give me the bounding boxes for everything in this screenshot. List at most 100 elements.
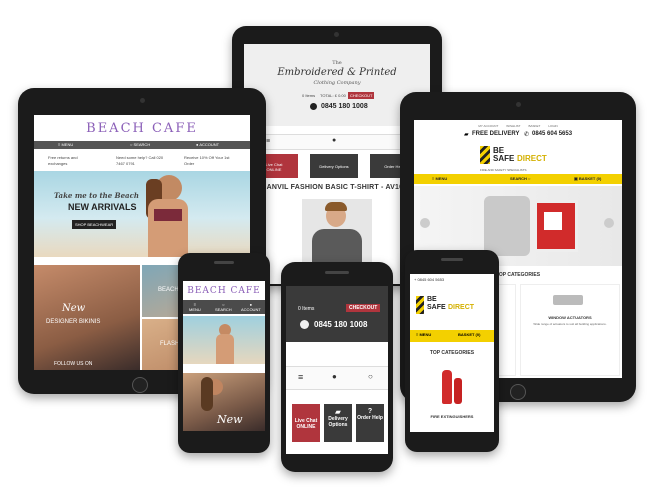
phone-number[interactable]: 0845 604 5653 xyxy=(532,131,572,137)
site-logo[interactable]: BE SAFE DIRECT xyxy=(480,146,560,168)
menu-button[interactable]: ≡ MENU xyxy=(189,302,201,312)
free-delivery: FREE DELIVERY xyxy=(472,131,520,137)
account-label: ACCOUNT xyxy=(199,142,220,147)
category-card-window[interactable]: WINDOW ACTUATORS Wide range of actuators… xyxy=(520,284,620,376)
home-button[interactable] xyxy=(132,377,148,393)
basket-total: TOTAL: £ 0.00 xyxy=(320,93,346,98)
help-icon: ? xyxy=(367,408,373,415)
logo-subtitle: Clothing Company xyxy=(313,80,361,86)
menu-label: MENU xyxy=(61,142,74,147)
account-button[interactable]: ● ACCOUNT xyxy=(241,302,261,312)
basket-button[interactable]: ▣ BASKET (0) xyxy=(574,176,601,181)
live-chat-button[interactable]: Live Chat ONLINE xyxy=(292,404,320,442)
category-desc: Wide range of actuators to suit all buil… xyxy=(533,322,607,326)
logo-direct: DIRECT xyxy=(517,154,547,163)
phone-link[interactable]: + 0845 604 5653 xyxy=(414,277,444,283)
menu-label: MENU xyxy=(189,307,201,312)
tile-script: New xyxy=(62,303,86,314)
beach-phone-screen: BEACH CAFE ≡ MENU ○ SEARCH ● ACCOUNT New xyxy=(183,281,265,431)
basket-count[interactable]: 0 Items xyxy=(302,93,315,99)
search-label: SEARCH xyxy=(133,142,151,147)
order-help-label: Order Help xyxy=(357,415,383,421)
top-categories-heading: TOP CATEGORIES xyxy=(429,350,475,356)
basket-link[interactable]: BASKET xyxy=(528,123,540,129)
safe-phone-screen: + 0845 604 5653 BE SAFE DIRECT ≡ MENU BA… xyxy=(410,274,494,432)
logo-stripe-icon xyxy=(416,296,424,314)
search-button[interactable]: ○ SEARCH xyxy=(215,302,232,312)
delivery-label: Delivery Options xyxy=(328,416,348,428)
search-button[interactable]: SEARCH ○ xyxy=(510,176,530,181)
promo-image[interactable]: New xyxy=(183,373,265,431)
hero-title: NEW ARRIVALS xyxy=(68,202,137,212)
truck-icon: ▰ xyxy=(464,132,469,138)
site-logo[interactable]: Embroidered & Printed xyxy=(244,67,430,78)
wishlist-link[interactable]: WISHLIST xyxy=(506,123,520,129)
category-title: FIRE EXTINGUISHERS xyxy=(430,414,474,419)
fire-extinguisher-image[interactable] xyxy=(442,370,452,404)
hero-image[interactable] xyxy=(183,316,265,364)
beach-logo[interactable]: BEACH CAFE xyxy=(34,121,250,136)
phone-icon xyxy=(300,320,309,329)
menu-label: MENU xyxy=(435,176,448,181)
camera-icon xyxy=(516,102,521,107)
account-button[interactable]: ● ACCOUNT xyxy=(196,142,219,147)
follow-label: FOLLOW US ON xyxy=(54,361,93,367)
phone-number[interactable]: 0845 180 1008 xyxy=(314,320,367,329)
live-chat-label: Live Chat xyxy=(294,418,318,424)
next-arrow-icon[interactable] xyxy=(604,218,614,228)
menu-button[interactable]: ≡ MENU xyxy=(416,332,431,337)
camera-icon xyxy=(334,32,339,37)
logo-small: The xyxy=(332,60,342,66)
speaker xyxy=(325,271,349,274)
tagline: FIRE AND SAFETY SPECIALISTS xyxy=(480,168,527,172)
speaker xyxy=(441,258,463,261)
tile-designer-bikinis[interactable]: New DESIGNER BIKINIS xyxy=(34,265,140,370)
phone-icon: ✆ xyxy=(524,132,530,138)
phone-number[interactable]: 0845 180 1008 xyxy=(321,103,368,110)
menu-button[interactable]: ≡ MENU xyxy=(432,176,447,181)
order-help-button[interactable]: ? Order Help xyxy=(356,404,384,442)
logo-safe: SAFE xyxy=(427,304,446,311)
basket-count[interactable]: 0 Items xyxy=(298,306,314,312)
phone-icon xyxy=(310,103,317,110)
home-button[interactable] xyxy=(510,384,526,400)
search-label: SEARCH xyxy=(510,176,527,181)
returns-info: Free returns and exchanges xyxy=(48,155,78,166)
search-button[interactable]: ○ SEARCH xyxy=(130,142,150,147)
online-label: ONLINE xyxy=(296,424,316,430)
checkout-button[interactable]: CHECKOUT xyxy=(348,92,375,99)
account-icon[interactable]: ● xyxy=(332,372,337,381)
hero-banner[interactable] xyxy=(34,171,250,257)
top-links: MY ACCOUNT WISHLIST BASKET LOGIN xyxy=(414,123,622,129)
prev-arrow-icon[interactable] xyxy=(420,218,430,228)
logo-safe: SAFE xyxy=(493,154,515,163)
phone-beach-cafe: BEACH CAFE ≡ MENU ○ SEARCH ● ACCOUNT New xyxy=(178,253,270,453)
hero-script: Take me to the Beach xyxy=(54,191,139,200)
delivery-options-button[interactable]: ▰ Delivery Options xyxy=(324,404,352,442)
delivery-options-button[interactable]: Delivery Options xyxy=(310,154,358,178)
category-title: WINDOW ACTUATORS xyxy=(548,315,592,320)
basket-label: BASKET (0) xyxy=(578,176,602,181)
account-icon[interactable]: ● xyxy=(332,137,336,144)
login-link[interactable]: LOGIN xyxy=(548,123,557,129)
checkout-button[interactable]: CHECKOUT xyxy=(346,304,381,312)
phone-be-safe-direct: + 0845 604 5653 BE SAFE DIRECT ≡ MENU BA… xyxy=(405,250,499,452)
camera-icon xyxy=(140,98,145,103)
basket-button[interactable]: BASKET (0) xyxy=(458,332,480,337)
menu-button[interactable]: ≡ MENU xyxy=(58,142,73,147)
site-logo[interactable]: BE SAFE DIRECT xyxy=(416,296,488,318)
shop-beachwear-button[interactable]: SHOP BEACHWEAR xyxy=(72,220,117,229)
help-info: Need some help? Call 020 7467 0791 xyxy=(116,155,164,166)
beach-logo[interactable]: BEACH CAFE xyxy=(183,286,265,296)
discount-info: Receive 10% Off Your 1st Order xyxy=(184,155,230,166)
basket-label: BASKET (0) xyxy=(458,332,481,337)
promo-script: New xyxy=(217,413,243,426)
tile-label: DESIGNER BIKINIS xyxy=(46,319,101,325)
search-icon[interactable]: ○ xyxy=(368,372,373,381)
menu-icon[interactable]: ≡ xyxy=(266,138,270,145)
logo-direct: DIRECT xyxy=(448,304,475,311)
menu-icon[interactable]: ≡ xyxy=(298,372,303,382)
phone-embroidered: 0 Items CHECKOUT 0845 180 1008 ≡ ● ○ Liv… xyxy=(281,262,393,472)
embroidered-phone-screen: 0 Items CHECKOUT 0845 180 1008 ≡ ● ○ Liv… xyxy=(286,286,388,454)
my-account-link[interactable]: MY ACCOUNT xyxy=(478,123,498,129)
